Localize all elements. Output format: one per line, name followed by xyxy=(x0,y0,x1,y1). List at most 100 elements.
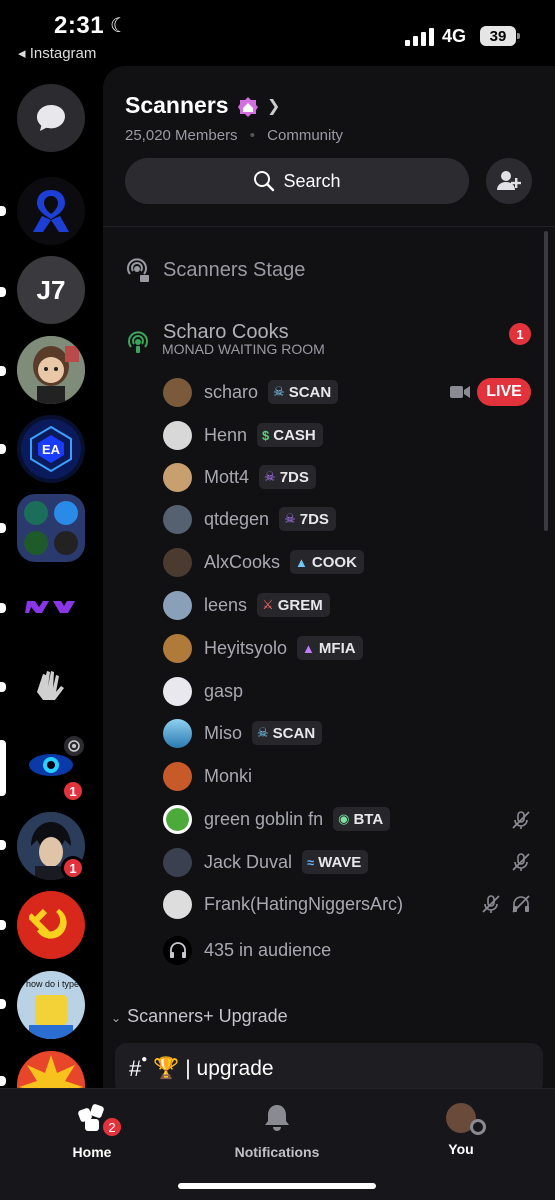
skeleton-hand-icon xyxy=(37,671,64,700)
member-row[interactable]: green goblin fn ◉ BTA xyxy=(163,803,391,835)
search-icon xyxy=(254,171,275,192)
server-tag: ⚔ GREM xyxy=(257,593,330,617)
tab-home[interactable]: Home xyxy=(32,1103,152,1160)
avatar xyxy=(163,547,192,577)
member-row[interactable]: scharo ☠ SCAN xyxy=(163,376,339,408)
stage-topic: MONAD WAITING ROOM xyxy=(162,341,325,357)
member-row[interactable]: Frank(HatingNiggersArc) xyxy=(163,888,413,920)
member-row[interactable]: leens ⚔ GREM xyxy=(163,589,330,621)
cartoon-avatar-icon xyxy=(17,336,85,404)
ea-logo-icon: EA xyxy=(21,419,81,479)
server-tag: ≈ WAVE xyxy=(302,850,369,874)
server-name[interactable]: Scanners xyxy=(125,92,229,119)
server-icon-roblox[interactable]: how do i type xyxy=(17,971,85,1039)
member-row[interactable]: Jack Duval ≈ WAVE xyxy=(163,846,369,878)
wave-icon: ≈ xyxy=(307,854,315,870)
unread-pill xyxy=(0,444,6,454)
search-button[interactable]: Search xyxy=(125,158,469,204)
avatar xyxy=(163,377,192,407)
server-icon-red[interactable] xyxy=(17,891,85,959)
avatar xyxy=(163,462,192,492)
member-row[interactable]: Miso ☠ SCAN xyxy=(163,717,323,749)
unread-pill xyxy=(0,603,6,613)
channel-scanners-stage[interactable]: Scanners Stage xyxy=(125,257,305,283)
deafened-headphones-icon xyxy=(512,895,530,913)
purple-skull-icon: ☠ xyxy=(284,511,296,526)
server-type: Community xyxy=(267,127,344,144)
server-icon-blue-ribbon[interactable] xyxy=(17,177,85,245)
tab-you[interactable]: You xyxy=(401,1103,521,1157)
search-label: Search xyxy=(283,170,341,191)
server-tag: ☠ SCAN xyxy=(252,721,323,745)
member-name: Mott4 xyxy=(204,466,250,487)
chevron-right-icon[interactable]: ❯ xyxy=(267,96,280,116)
member-name: Jack Duval xyxy=(204,851,293,872)
member-row[interactable]: Monki xyxy=(163,760,262,792)
mushroom-icon: ▲ xyxy=(295,554,308,570)
svg-text:EA: EA xyxy=(42,442,61,457)
channel-name: Scanners Stage xyxy=(163,258,306,281)
invite-button[interactable] xyxy=(486,158,532,204)
folder-server-3 xyxy=(24,531,48,555)
member-row[interactable]: gasp xyxy=(163,675,253,707)
server-folder[interactable] xyxy=(17,494,85,562)
muted-mic-icon xyxy=(482,895,500,913)
category-scanners-upgrade[interactable]: ⌄ Scanners+ Upgrade xyxy=(111,1006,288,1027)
unread-pill xyxy=(0,523,6,533)
member-count: 25,020 Members xyxy=(125,127,238,144)
back-to-app-link[interactable]: ◂ Instagram xyxy=(18,44,96,62)
money-icon: $ xyxy=(262,427,270,443)
server-icon-cartoon[interactable] xyxy=(17,336,85,404)
unread-pill xyxy=(0,206,6,216)
member-name: green goblin fn xyxy=(204,808,324,829)
member-row[interactable]: qtdegen ☠ 7DS xyxy=(163,503,336,535)
muted-mic-icon xyxy=(512,853,530,871)
server-tag: ▲ COOK xyxy=(290,550,364,574)
flame-icon: ▲ xyxy=(302,640,315,656)
member-row[interactable]: Mott4 ☠ 7DS xyxy=(163,461,316,493)
folder-server-2 xyxy=(54,501,78,525)
unread-pill xyxy=(0,682,6,692)
status-bar: 2:31 ☾ ◂ Instagram 4G 39 xyxy=(0,0,555,66)
cell-signal-icon xyxy=(405,28,435,46)
audience-row[interactable]: 435 in audience xyxy=(163,934,341,966)
member-name: Monki xyxy=(204,765,253,786)
avatar xyxy=(163,718,192,748)
unread-pill xyxy=(0,920,6,930)
header-divider xyxy=(103,226,555,227)
avatar-caption: how do i type xyxy=(26,979,80,989)
starburst-icon xyxy=(19,1055,83,1088)
mention-badge: 1 xyxy=(61,856,85,880)
member-name: leens xyxy=(204,594,248,615)
server-icon-j7[interactable]: J7 xyxy=(17,256,85,324)
server-icon-hand[interactable] xyxy=(17,652,85,720)
stage-live-icon xyxy=(62,734,86,758)
home-indicator[interactable] xyxy=(178,1183,376,1189)
network-type: 4G xyxy=(442,26,467,46)
avatar xyxy=(163,847,192,877)
server-tag: ☠ 7DS xyxy=(279,507,336,531)
folder-server-1 xyxy=(24,501,48,525)
unread-pill xyxy=(0,287,6,297)
avatar xyxy=(163,633,192,663)
user-avatar xyxy=(446,1103,486,1135)
active-server-pill xyxy=(0,740,6,796)
server-icon-purple-logo[interactable] xyxy=(17,573,85,641)
member-name: AlxCooks xyxy=(204,551,281,572)
focus-moon-icon: ☾ xyxy=(110,15,128,37)
member-row[interactable]: AlxCooks ▲ COOK xyxy=(163,546,364,578)
direct-messages-button[interactable] xyxy=(17,84,85,152)
channel-name: 🏆 | upgrade xyxy=(153,1057,274,1080)
member-row[interactable]: Heyitsyolo ▲ MFIA xyxy=(163,632,363,664)
scrollbar[interactable] xyxy=(544,231,548,531)
tab-notifications[interactable]: Notifications xyxy=(217,1103,337,1160)
chat-bubble-icon xyxy=(37,105,65,131)
battery-icon: 39 xyxy=(480,26,520,46)
member-name: Henn xyxy=(204,424,248,445)
channel-upgrade[interactable]: # ● 🏆 | upgrade xyxy=(115,1043,543,1088)
server-icon-ea[interactable]: EA xyxy=(17,415,85,483)
server-icon-soon[interactable] xyxy=(17,1051,85,1088)
stage-active-icon xyxy=(128,331,148,353)
member-name: Heyitsyolo xyxy=(204,637,288,658)
member-row[interactable]: Henn $ CASH xyxy=(163,419,323,451)
